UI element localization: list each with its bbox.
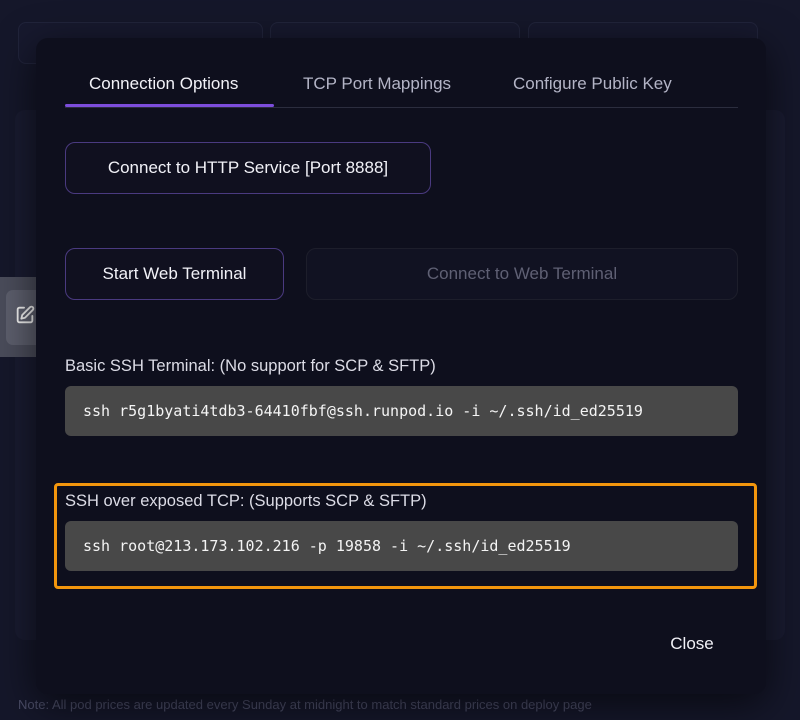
edit-icon xyxy=(14,304,36,331)
basic-ssh-command[interactable]: ssh r5g1byati4tdb3-64410fbf@ssh.runpod.i… xyxy=(65,386,738,436)
connect-web-terminal-button: Connect to Web Terminal xyxy=(306,248,738,300)
connect-http-service-button[interactable]: Connect to HTTP Service [Port 8888] xyxy=(65,142,431,194)
basic-ssh-label: Basic SSH Terminal: (No support for SCP … xyxy=(65,357,436,375)
connect-modal: Connection Options TCP Port Mappings Con… xyxy=(36,38,766,694)
close-button[interactable]: Close xyxy=(652,629,732,659)
active-tab-indicator xyxy=(65,104,274,107)
tab-configure-public-key[interactable]: Configure Public Key xyxy=(513,74,672,94)
modal-tabs: Connection Options TCP Port Mappings Con… xyxy=(65,38,738,108)
tcp-ssh-label: SSH over exposed TCP: (Supports SCP & SF… xyxy=(65,492,427,510)
tab-tcp-port-mappings[interactable]: TCP Port Mappings xyxy=(303,74,451,94)
start-web-terminal-button[interactable]: Start Web Terminal xyxy=(65,248,284,300)
tab-connection-options[interactable]: Connection Options xyxy=(89,74,238,94)
tcp-ssh-command[interactable]: ssh root@213.173.102.216 -p 19858 -i ~/.… xyxy=(65,521,738,571)
